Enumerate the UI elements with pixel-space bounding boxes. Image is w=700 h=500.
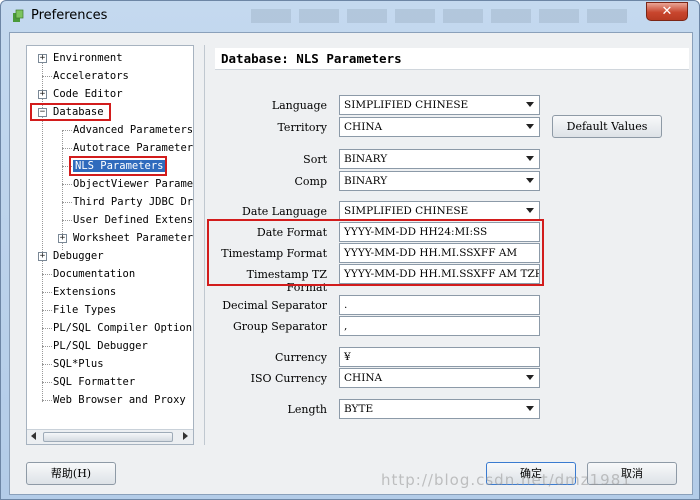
- sort-combo[interactable]: BINARY: [339, 149, 540, 169]
- preferences-tree[interactable]: + Environment Accelerators + Code Editor…: [26, 45, 194, 445]
- title-bar: Preferences ✕: [1, 1, 699, 31]
- dropdown-arrow-icon: [526, 102, 534, 107]
- tree-item-advanced-parameters[interactable]: Advanced Parameters: [73, 121, 193, 139]
- length-combo[interactable]: BYTE: [339, 399, 540, 419]
- tree-item-third-party-jdbc[interactable]: Third Party JDBC Driv: [73, 193, 193, 211]
- watermark: http://blog.csdn.net/dmz1981: [381, 471, 632, 489]
- sort-value: BINARY: [344, 153, 388, 165]
- page-title: Database: NLS Parameters: [215, 48, 689, 70]
- dropdown-arrow-icon: [526, 406, 534, 411]
- tree-item-sql-formatter[interactable]: SQL Formatter: [53, 373, 135, 391]
- dropdown-arrow-icon: [526, 208, 534, 213]
- tree-item-environment[interactable]: Environment: [53, 49, 123, 67]
- tree-item-sqlplus[interactable]: SQL*Plus: [53, 355, 104, 373]
- language-value: SIMPLIFIED CHINESE: [344, 99, 469, 111]
- background-title-ghost: [251, 9, 631, 23]
- date-language-value: SIMPLIFIED CHINESE: [344, 205, 469, 217]
- tree-line: [42, 274, 52, 275]
- preferences-window: Preferences ✕ + Environment Accelerators…: [0, 0, 700, 500]
- language-combo[interactable]: SIMPLIFIED CHINESE: [339, 95, 540, 115]
- iso-currency-label: ISO Currency: [250, 372, 327, 385]
- sort-label: Sort: [303, 153, 327, 166]
- tree-item-code-editor[interactable]: Code Editor: [53, 85, 123, 103]
- tree-line: [42, 346, 52, 347]
- close-button[interactable]: ✕: [646, 2, 688, 21]
- comp-combo[interactable]: BINARY: [339, 171, 540, 191]
- tree-item-documentation[interactable]: Documentation: [53, 265, 135, 283]
- scroll-right-icon[interactable]: [183, 432, 188, 440]
- tree-line: [42, 328, 52, 329]
- territory-value: CHINA: [344, 121, 383, 133]
- group-separator-label: Group Separator: [232, 320, 327, 333]
- tree-line: [62, 130, 72, 131]
- territory-label: Territory: [277, 121, 327, 134]
- tree-line: [62, 148, 72, 149]
- tree-item-web-browser-proxy[interactable]: Web Browser and Proxy: [53, 391, 186, 409]
- tree-line: [42, 76, 52, 77]
- tree-item-plsql-debugger[interactable]: PL/SQL Debugger: [53, 337, 148, 355]
- scrollbar-thumb[interactable]: [43, 432, 173, 442]
- tree-item-debugger[interactable]: Debugger: [53, 247, 104, 265]
- date-language-combo[interactable]: SIMPLIFIED CHINESE: [339, 201, 540, 221]
- highlight-box: [30, 103, 111, 121]
- tree-item-file-types[interactable]: File Types: [53, 301, 116, 319]
- highlight-box: [207, 219, 544, 286]
- comp-value: BINARY: [344, 175, 388, 187]
- tree-line: [42, 400, 52, 401]
- length-label: Length: [287, 403, 327, 416]
- iso-currency-value: CHINA: [344, 372, 383, 384]
- expand-icon[interactable]: +: [38, 252, 47, 261]
- tree-line: [42, 292, 52, 293]
- comp-label: Comp: [294, 175, 327, 188]
- tree-item-accelerators[interactable]: Accelerators: [53, 67, 129, 85]
- tree-line: [42, 382, 52, 383]
- tree-horizontal-scrollbar[interactable]: [27, 429, 193, 444]
- help-button[interactable]: 帮助(H): [26, 462, 116, 485]
- tree-item-objectviewer-parameters[interactable]: ObjectViewer Paramete: [73, 175, 193, 193]
- default-values-button[interactable]: Default Values: [552, 115, 662, 138]
- language-label: Language: [271, 99, 327, 112]
- tree-line: [62, 184, 72, 185]
- expand-icon[interactable]: +: [38, 90, 47, 99]
- dropdown-arrow-icon: [526, 124, 534, 129]
- tree-line: [42, 310, 52, 311]
- settings-panel: Database: NLS Parameters Language SIMPLI…: [204, 45, 689, 445]
- dropdown-arrow-icon: [526, 178, 534, 183]
- decimal-separator-label: Decimal Separator: [222, 299, 327, 312]
- tree-line: [42, 364, 52, 365]
- currency-label: Currency: [275, 351, 327, 364]
- dropdown-arrow-icon: [526, 156, 534, 161]
- window-title: Preferences: [31, 8, 108, 23]
- tree-item-user-defined-extensions[interactable]: User Defined Extensio: [73, 211, 193, 229]
- tree-line: [62, 220, 72, 221]
- tree-line: [62, 202, 72, 203]
- tree-item-autotrace-parameters[interactable]: Autotrace Parameters: [73, 139, 193, 157]
- tree-item-worksheet-parameters[interactable]: Worksheet Parameters: [73, 229, 193, 247]
- dialog-client: + Environment Accelerators + Code Editor…: [9, 32, 693, 495]
- highlight-box: [69, 156, 167, 176]
- tree-item-plsql-compiler-options[interactable]: PL/SQL Compiler Options: [53, 319, 193, 337]
- expand-icon[interactable]: +: [58, 234, 67, 243]
- dropdown-arrow-icon: [526, 375, 534, 380]
- group-separator-input[interactable]: ,: [339, 316, 540, 336]
- scroll-left-icon[interactable]: [31, 432, 36, 440]
- iso-currency-combo[interactable]: CHINA: [339, 368, 540, 388]
- decimal-separator-input[interactable]: .: [339, 295, 540, 315]
- length-value: BYTE: [344, 403, 374, 415]
- currency-input[interactable]: ¥: [339, 347, 540, 367]
- expand-icon[interactable]: +: [38, 54, 47, 63]
- tree-item-extensions[interactable]: Extensions: [53, 283, 116, 301]
- app-icon: [13, 9, 24, 22]
- date-language-label: Date Language: [242, 205, 327, 218]
- territory-combo[interactable]: CHINA: [339, 117, 540, 137]
